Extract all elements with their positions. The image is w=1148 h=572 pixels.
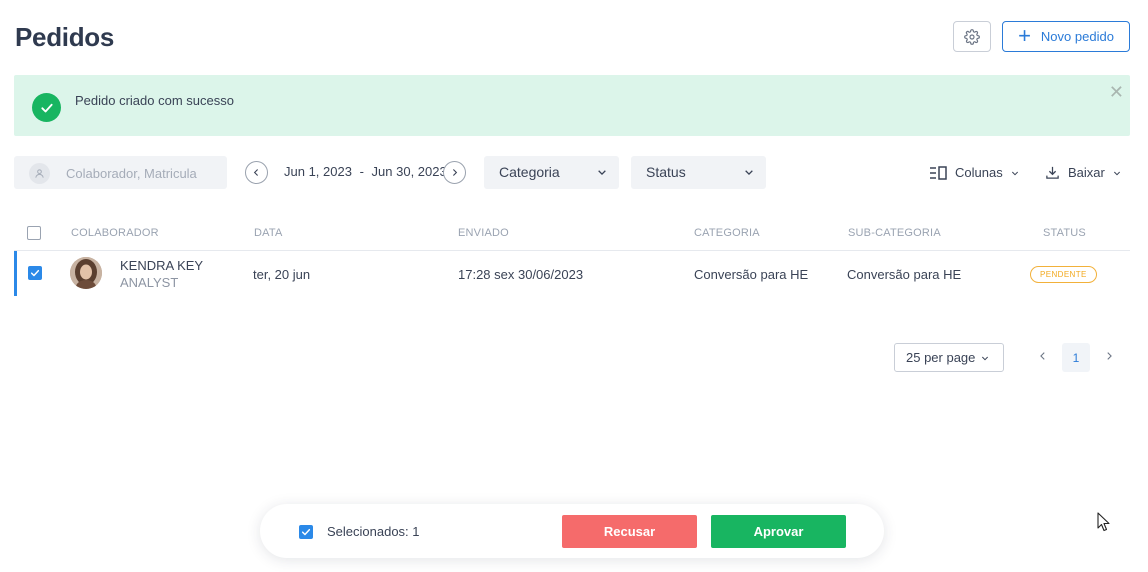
employee-role: ANALYST — [120, 275, 179, 290]
chevron-down-icon — [1011, 171, 1018, 175]
download-button[interactable]: Baixar — [1045, 165, 1121, 180]
chevron-down-icon — [598, 170, 606, 175]
chevron-right-icon — [452, 169, 458, 176]
employee-search[interactable] — [14, 156, 227, 189]
chevron-left-icon — [1040, 352, 1045, 360]
row-selected-indicator — [14, 251, 17, 296]
col-subcategoria[interactable]: SUB-CATEGORIA — [848, 227, 941, 239]
chevron-down-icon — [1113, 171, 1120, 175]
alert-message: Pedido criado com sucesso — [75, 93, 234, 108]
select-all-checkbox[interactable] — [27, 226, 41, 240]
sent-datetime: 17:28 sex 30/06/2023 — [458, 267, 584, 282]
bulk-select-checkbox[interactable] — [299, 525, 313, 539]
new-order-label: Novo pedido — [1040, 29, 1114, 44]
subcategory-value: Conversão para HE — [847, 267, 962, 282]
page-next-button[interactable] — [1104, 350, 1114, 366]
date-end: Jun 30, 2023 — [371, 164, 447, 179]
page-title: Pedidos — [15, 22, 115, 52]
col-status[interactable]: STATUS — [1043, 227, 1086, 239]
chevron-down-icon — [982, 356, 989, 360]
date-start: Jun 1, 2023 — [284, 164, 352, 179]
settings-button[interactable] — [953, 21, 991, 52]
employee-name: KENDRA KEY — [120, 258, 204, 273]
chevron-right-icon — [1107, 352, 1112, 360]
avatar — [70, 257, 102, 289]
date-range[interactable]: Jun 1, 2023 - Jun 30, 2023 — [284, 164, 447, 179]
success-alert: Pedido criado com sucesso ✕ — [14, 75, 1130, 136]
col-categoria[interactable]: CATEGORIA — [694, 227, 760, 239]
table-row[interactable]: KENDRA KEY ANALYST ter, 20 jun 17:28 sex… — [14, 251, 1130, 296]
reject-button[interactable]: Recusar — [562, 515, 697, 548]
approve-button[interactable]: Aprovar — [711, 515, 846, 548]
check-icon — [301, 528, 311, 536]
col-colaborador[interactable]: COLABORADOR — [71, 227, 159, 239]
user-icon — [29, 163, 50, 184]
mouse-cursor-icon — [1097, 512, 1110, 532]
columns-label: Colunas — [955, 165, 1003, 180]
close-icon[interactable]: ✕ — [1109, 83, 1124, 101]
check-circle-icon — [32, 93, 61, 122]
download-icon — [1046, 166, 1059, 179]
col-enviado[interactable]: ENVIADO — [458, 227, 509, 239]
row-checkbox[interactable] — [28, 266, 42, 280]
date-separator: - — [359, 164, 364, 179]
search-input[interactable] — [66, 163, 216, 183]
gear-icon — [964, 28, 980, 45]
bulk-action-bar: Selecionados: 1 Recusar Aprovar — [260, 504, 884, 558]
plus-icon: + — [1018, 22, 1031, 48]
table-header: COLABORADOR DATA ENVIADO CATEGORIA SUB-C… — [14, 216, 1130, 251]
col-data[interactable]: DATA — [254, 227, 283, 239]
date-prev-button[interactable] — [245, 161, 268, 184]
columns-icon — [930, 165, 947, 180]
check-icon — [30, 269, 40, 277]
page-prev-button[interactable] — [1038, 350, 1048, 366]
category-select-label: Categoria — [499, 164, 560, 180]
category-select[interactable]: Categoria — [484, 156, 619, 189]
per-page-select[interactable]: 25 per page — [894, 343, 1004, 372]
selected-count: Selecionados: 1 — [327, 524, 420, 539]
request-date: ter, 20 jun — [253, 267, 311, 282]
status-select-label: Status — [646, 164, 686, 180]
page-number-current[interactable]: 1 — [1062, 343, 1090, 372]
chevron-left-icon — [253, 169, 259, 176]
new-order-button[interactable]: + Novo pedido — [1002, 21, 1130, 52]
category-value: Conversão para HE — [694, 267, 809, 282]
status-badge: PENDENTE — [1030, 266, 1097, 283]
date-next-button[interactable] — [443, 161, 466, 184]
status-select[interactable]: Status — [631, 156, 766, 189]
download-label: Baixar — [1068, 165, 1105, 180]
per-page-label: 25 per page — [906, 350, 976, 365]
columns-button[interactable]: Colunas — [929, 165, 1019, 180]
chevron-down-icon — [745, 170, 753, 175]
